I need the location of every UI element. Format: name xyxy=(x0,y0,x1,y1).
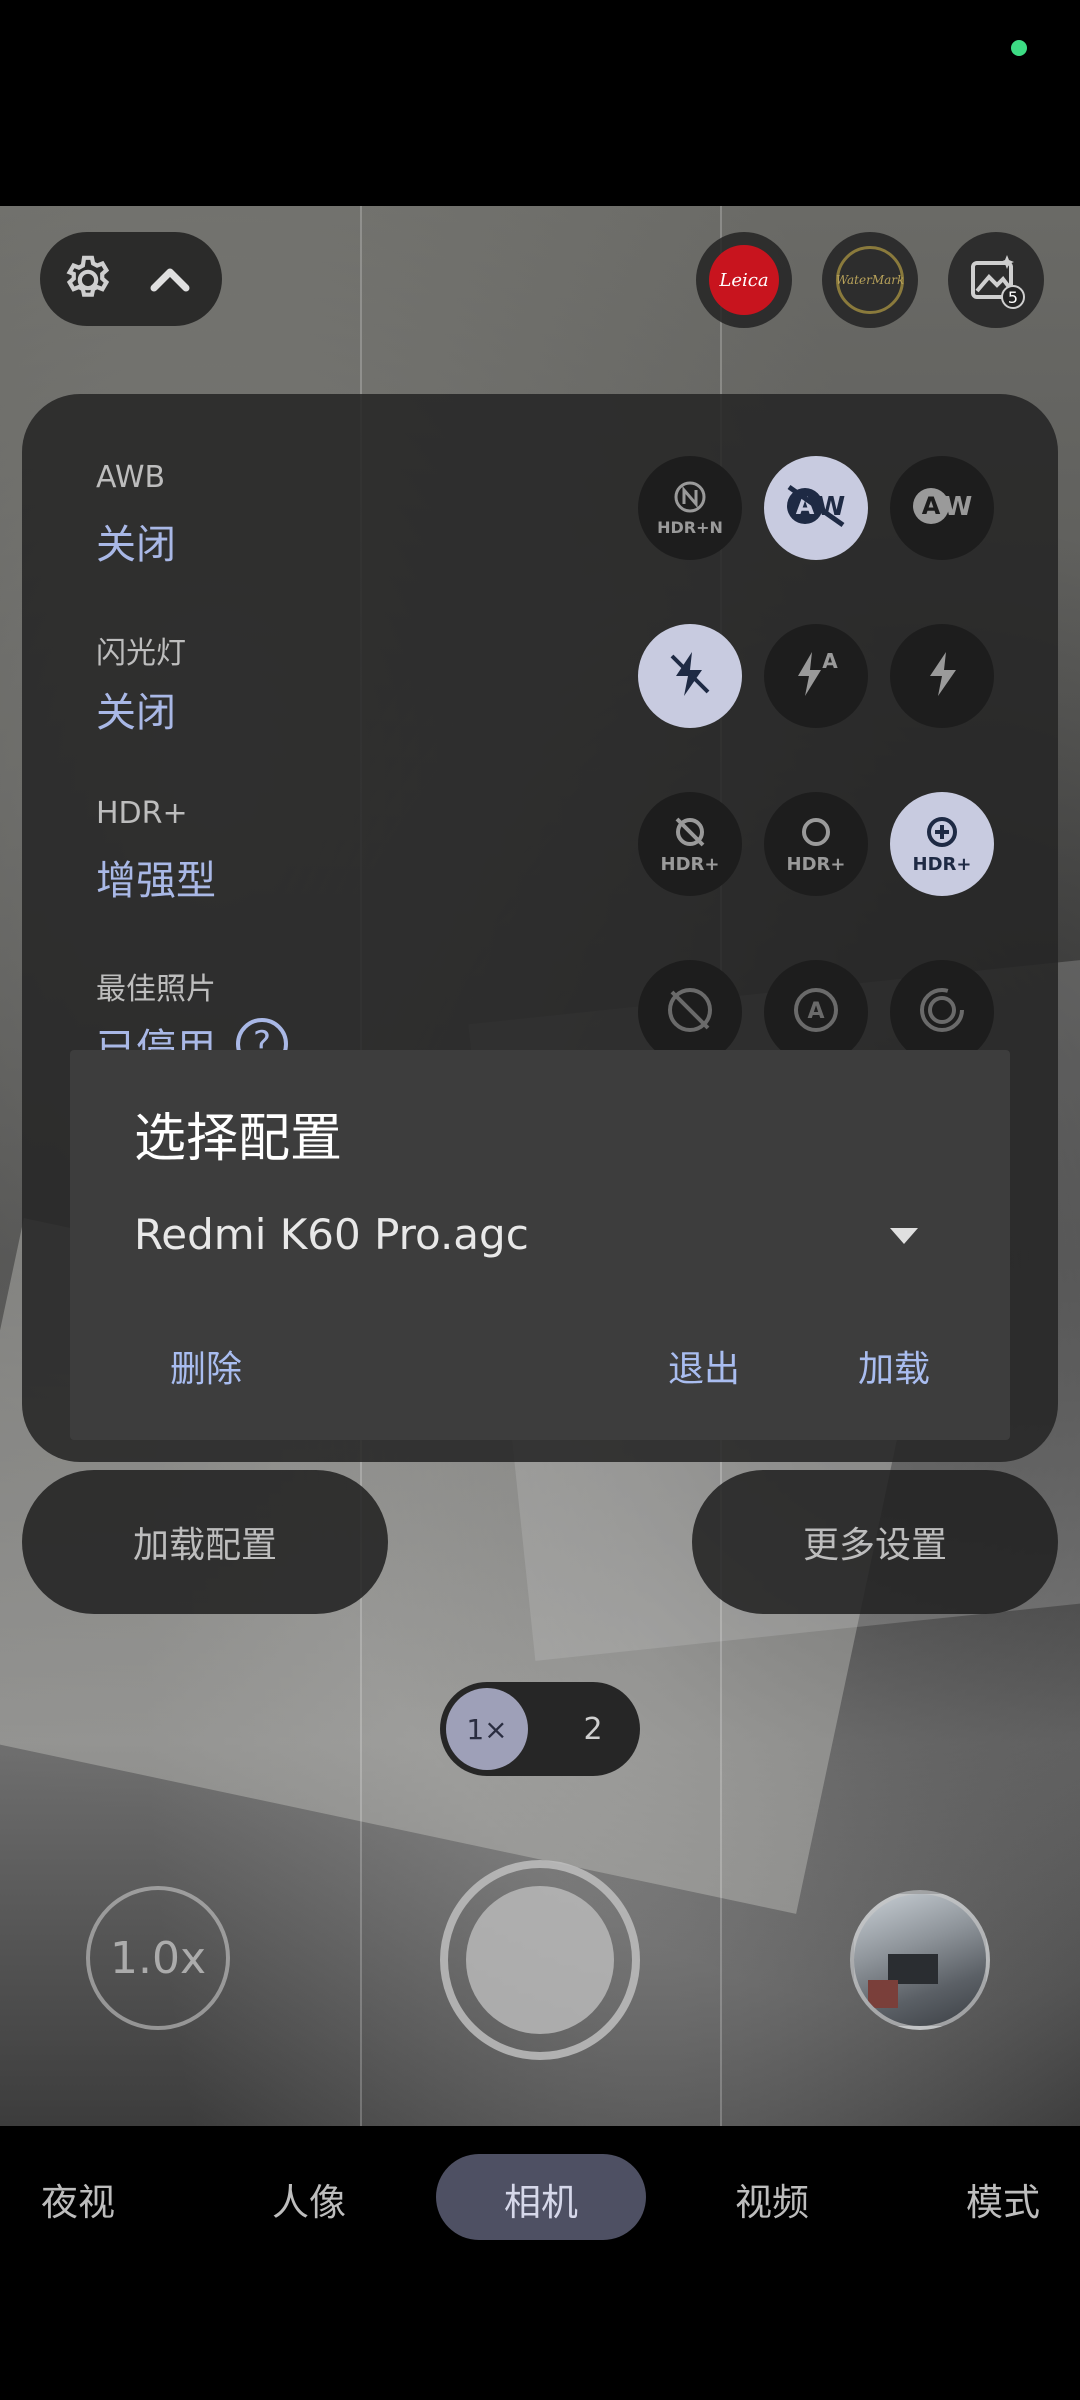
hdr-enhanced-option[interactable]: HDR+ xyxy=(890,792,994,896)
flash-off-icon xyxy=(664,648,716,704)
svg-text:A: A xyxy=(822,649,838,673)
mode-more[interactable]: 模式 xyxy=(966,2172,1040,2226)
best-photo-off-icon xyxy=(662,982,718,1042)
awb-label: AWB xyxy=(96,460,166,495)
load-config-button[interactable]: 加载配置 xyxy=(22,1470,388,1614)
hdr-option-label: HDR+ xyxy=(660,853,720,875)
hdr-option-label: HDR+ xyxy=(786,853,846,875)
awb-off-option[interactable]: AW xyxy=(764,456,868,560)
best-photo-auto-icon: A xyxy=(788,982,844,1042)
flash-label: 闪光灯 xyxy=(96,636,186,671)
watermark-logo: WaterMark xyxy=(836,246,904,314)
best-photo-label: 最佳照片 xyxy=(96,972,216,1007)
svg-text:A: A xyxy=(922,492,941,520)
n-circle-icon xyxy=(673,480,707,518)
settings-pill xyxy=(40,232,222,326)
shutter-button[interactable] xyxy=(440,1860,640,2060)
best-photo-on-icon xyxy=(914,982,970,1042)
svg-text:A: A xyxy=(807,999,824,1024)
load-button[interactable]: 加载 xyxy=(858,1340,930,1392)
flash-value: 关闭 xyxy=(96,690,176,736)
thumbnail-detail-2 xyxy=(868,1980,898,2008)
hdr-value: 增强型 xyxy=(96,858,216,904)
svg-text:W: W xyxy=(944,492,973,522)
flash-auto-option[interactable]: A xyxy=(764,624,868,728)
config-select[interactable]: Redmi K60 Pro.agc xyxy=(134,1210,529,1259)
mode-video[interactable]: 视频 xyxy=(735,2172,809,2226)
select-config-dialog: 选择配置 Redmi K60 Pro.agc 删除 退出 加载 xyxy=(70,1050,1010,1440)
flash-off-option[interactable] xyxy=(638,624,742,728)
flash-on-option[interactable] xyxy=(890,624,994,728)
mode-portrait[interactable]: 人像 xyxy=(272,2172,346,2226)
gallery-counter-button[interactable]: 5 xyxy=(948,232,1044,328)
hdr-circle-icon xyxy=(798,814,834,854)
delete-button[interactable]: 删除 xyxy=(170,1340,242,1392)
exit-button[interactable]: 退出 xyxy=(668,1340,740,1392)
zoom-2x-option[interactable]: 2 xyxy=(552,1688,634,1770)
flash-auto-icon: A xyxy=(788,646,844,706)
hdr-off-option[interactable]: HDR+ xyxy=(638,792,742,896)
more-settings-button[interactable]: 更多设置 xyxy=(692,1470,1058,1614)
awb-hdr-n-option[interactable]: HDR+N xyxy=(638,456,742,560)
mode-night[interactable]: 夜视 xyxy=(41,2172,115,2226)
hdr-label: HDR+ xyxy=(96,796,188,831)
mode-camera[interactable]: 相机 xyxy=(504,2172,578,2226)
hdr-standard-option[interactable]: HDR+ xyxy=(764,792,868,896)
best-photo-off-option[interactable] xyxy=(638,960,742,1064)
aw-icon: AW xyxy=(907,481,977,535)
status-indicator-dot xyxy=(1011,40,1027,56)
dialog-title: 选择配置 xyxy=(134,1109,343,1169)
leica-logo: Leica xyxy=(709,245,779,315)
leica-button[interactable]: Leica xyxy=(696,232,792,328)
hdr-option-label: HDR+ xyxy=(912,853,972,875)
awb-auto-option[interactable]: AW xyxy=(890,456,994,560)
lens-zoom-button[interactable]: 1.0x xyxy=(86,1886,230,2030)
watermark-button[interactable]: WaterMark xyxy=(822,232,918,328)
shutter-inner xyxy=(466,1886,614,2034)
flash-on-icon xyxy=(916,648,968,704)
hdr-off-icon xyxy=(672,814,708,854)
hdr-plus-icon xyxy=(924,814,960,854)
best-photo-on-option[interactable] xyxy=(890,960,994,1064)
gear-icon[interactable] xyxy=(60,252,116,308)
dropdown-arrow-icon[interactable] xyxy=(888,1226,920,1250)
zoom-toggle: 1× 2 xyxy=(440,1682,640,1776)
awb-option-label: HDR+N xyxy=(657,517,723,537)
image-counter-icon: 5 xyxy=(967,251,1025,309)
best-photo-auto-option[interactable]: A xyxy=(764,960,868,1064)
gallery-count: 5 xyxy=(1001,285,1025,309)
zoom-1x-option[interactable]: 1× xyxy=(446,1688,528,1770)
gallery-thumbnail[interactable] xyxy=(850,1890,990,2030)
chevron-up-icon[interactable] xyxy=(148,260,192,300)
awb-value: 关闭 xyxy=(96,522,176,568)
aw-off-icon: AW xyxy=(781,481,851,535)
